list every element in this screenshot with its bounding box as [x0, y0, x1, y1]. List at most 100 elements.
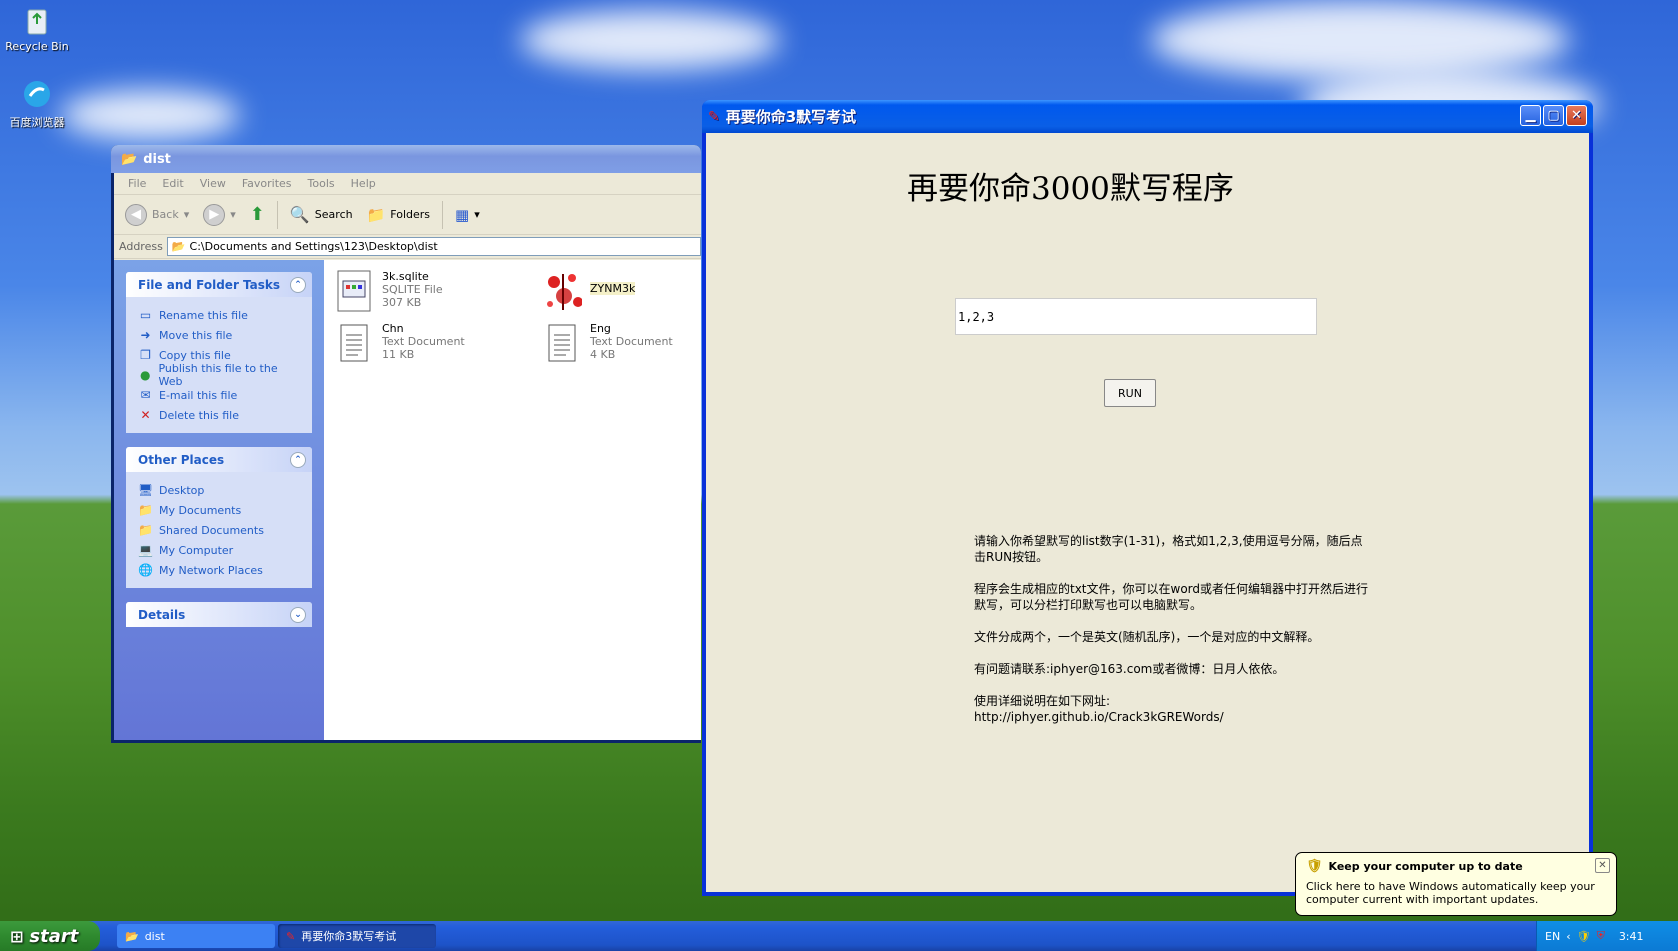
file-item-chn[interactable]: Chn Text Document 11 KB: [334, 320, 534, 366]
sqlite-file-icon: [334, 268, 374, 314]
expand-icon[interactable]: ⌄: [290, 606, 306, 623]
app-title-bar[interactable]: ✎ 再要你命3默写考试 ▁ ▢ ✕: [702, 100, 1593, 133]
shared-folder-icon: 📁: [138, 523, 153, 537]
menu-help[interactable]: Help: [343, 177, 384, 190]
file-folder-tasks-header[interactable]: File and Folder Tasks ⌃: [126, 272, 312, 297]
folders-button[interactable]: 📁 Folders: [362, 203, 435, 227]
text-document-icon: [334, 320, 374, 366]
instruction-paragraph: 使用详细说明在如下网址: http://iphyer.github.io/Cra…: [974, 694, 1224, 724]
run-button[interactable]: RUN: [1104, 379, 1156, 407]
place-my-computer[interactable]: 💻 My Computer: [138, 540, 300, 560]
task-pane: File and Folder Tasks ⌃ ▭ Rename this fil…: [114, 260, 324, 740]
app-window: ✎ 再要你命3默写考试 ▁ ▢ ✕ 再要你命3000默写程序 RUN 请输入你希…: [702, 100, 1593, 896]
menu-bar: File Edit View Favorites Tools Help: [114, 173, 701, 195]
address-label: Address: [119, 240, 163, 253]
close-icon: ✕: [1571, 108, 1582, 123]
file-item-3k-sqlite[interactable]: 3k.sqlite SQLITE File 307 KB: [334, 268, 534, 314]
network-icon: 🌐: [138, 563, 153, 577]
file-item-eng[interactable]: Eng Text Document 4 KB: [542, 320, 701, 366]
taskbar-item-dist[interactable]: 📂 dist: [117, 924, 275, 948]
place-shared-documents[interactable]: 📁 Shared Documents: [138, 520, 300, 540]
desktop-icon-label: 百度浏览器: [9, 116, 65, 129]
folders-icon: 📁: [366, 205, 386, 224]
app-heading: 再要你命3000默写程序: [907, 171, 1234, 207]
instructions-text: 请输入你希望默写的list数字(1-31)，格式如1,2,3,使用逗号分隔，随后…: [974, 533, 1374, 741]
task-email[interactable]: ✉ E-mail this file: [138, 385, 300, 405]
instruction-paragraph: 有问题请联系:iphyer@163.com或者微博：日月人依依。: [974, 662, 1285, 676]
explorer-window: 📂 dist File Edit View Favorites Tools He…: [111, 145, 701, 743]
task-move[interactable]: ➜ Move this file: [138, 325, 300, 345]
file-size: 307 KB: [382, 296, 422, 309]
up-folder-button[interactable]: ⬆: [245, 201, 270, 228]
instruction-paragraph: 程序会生成相应的txt文件，你可以在word或者任何编辑器中打开然后进行默写，可…: [974, 582, 1369, 612]
folder-icon: 📂: [171, 240, 186, 253]
place-my-documents[interactable]: 📁 My Documents: [138, 500, 300, 520]
close-icon[interactable]: ✕: [1595, 858, 1610, 873]
place-network[interactable]: 🌐 My Network Places: [138, 560, 300, 580]
program-icon: [542, 268, 582, 314]
back-arrow-icon: ◀: [125, 203, 147, 226]
menu-edit[interactable]: Edit: [154, 177, 191, 190]
forward-button[interactable]: ▶ ▾: [198, 201, 241, 229]
file-type: SQLITE File: [382, 283, 443, 296]
delete-icon: ✕: [140, 408, 151, 422]
start-button[interactable]: ⊞ start: [0, 921, 100, 951]
move-icon: ➜: [140, 328, 151, 342]
details-panel: Details ⌄: [126, 602, 312, 627]
expand-tray-icon[interactable]: ‹: [1566, 930, 1570, 943]
email-icon: ✉: [140, 388, 151, 402]
up-folder-icon: ⬆: [249, 204, 265, 225]
other-places-header[interactable]: Other Places ⌃: [126, 447, 312, 472]
task-publish[interactable]: ● Publish this file to the Web: [138, 362, 300, 388]
app-client-area: 再要你命3000默写程序 RUN 请输入你希望默写的list数字(1-31)，格…: [706, 133, 1589, 892]
search-button[interactable]: 🔍 Search: [285, 202, 358, 227]
taskbar-item-app[interactable]: ✎ 再要你命3默写考试: [278, 924, 436, 948]
file-type: Text Document: [382, 335, 465, 348]
minimize-icon: ▁: [1525, 108, 1536, 123]
place-desktop[interactable]: 🖥 Desktop: [138, 480, 300, 500]
menu-file[interactable]: File: [120, 177, 154, 190]
recycle-bin-icon: [21, 4, 53, 36]
file-item-zynm3k[interactable]: ZYNM3k: [542, 268, 701, 314]
instruction-paragraph: 请输入你希望默写的list数字(1-31)，格式如1,2,3,使用逗号分隔，随后…: [974, 534, 1363, 564]
taskbar: ⊞ start 📂 dist ✎ 再要你命3默写考试 EN ‹ 🛡 ⛨ 3:41: [0, 921, 1678, 951]
security-shield-icon[interactable]: 🛡: [1577, 930, 1591, 943]
close-button[interactable]: ✕: [1566, 105, 1587, 126]
desktop-icon-label: Recycle Bin: [5, 40, 69, 53]
text-document-icon: [542, 320, 582, 366]
security-shield-icon: 🛡: [1306, 859, 1323, 874]
globe-icon: ●: [140, 368, 151, 382]
explorer-title-bar[interactable]: 📂 dist: [111, 145, 701, 173]
clock[interactable]: 3:41: [1619, 930, 1644, 943]
app-title: 再要你命3默写考试: [725, 108, 857, 126]
file-list: 3k.sqlite SQLITE File 307 KB ZYNM3k Chn …: [324, 260, 701, 740]
menu-view[interactable]: View: [192, 177, 234, 190]
language-indicator[interactable]: EN: [1545, 930, 1560, 943]
task-rename[interactable]: ▭ Rename this file: [138, 305, 300, 325]
toolbar-divider: [442, 200, 444, 229]
desktop-icon-recycle-bin[interactable]: Recycle Bin: [0, 4, 77, 53]
security-alert-icon[interactable]: ⛨: [1597, 929, 1605, 943]
views-button[interactable]: ▦ ▾: [450, 203, 485, 227]
file-name: Chn: [382, 322, 404, 335]
collapse-icon[interactable]: ⌃: [290, 276, 306, 293]
documents-icon: 📁: [138, 503, 153, 517]
details-header[interactable]: Details ⌄: [126, 602, 312, 627]
address-field[interactable]: 📂 C:\Documents and Settings\123\Desktop\…: [166, 237, 701, 256]
search-icon: 🔍: [289, 205, 310, 224]
chevron-down-icon: ▾: [474, 208, 480, 221]
back-button[interactable]: ◀ Back ▾: [120, 201, 194, 229]
views-icon: ▦: [455, 205, 470, 224]
menu-favorites[interactable]: Favorites: [234, 177, 300, 190]
desktop-icon-baidu-browser[interactable]: 百度浏览器: [0, 78, 77, 130]
menu-tools[interactable]: Tools: [300, 177, 343, 190]
minimize-button[interactable]: ▁: [1520, 105, 1541, 126]
maximize-button[interactable]: ▢: [1543, 105, 1564, 126]
task-delete[interactable]: ✕ Delete this file: [138, 405, 300, 425]
collapse-icon[interactable]: ⌃: [290, 451, 306, 468]
windows-logo-icon: ⊞: [10, 926, 24, 946]
list-number-input[interactable]: [955, 298, 1317, 335]
rename-icon: ▭: [139, 308, 152, 322]
update-notification-balloon[interactable]: 🛡 Keep your computer up to date Click he…: [1295, 852, 1617, 916]
address-bar: Address 📂 C:\Documents and Settings\123\…: [114, 235, 701, 259]
